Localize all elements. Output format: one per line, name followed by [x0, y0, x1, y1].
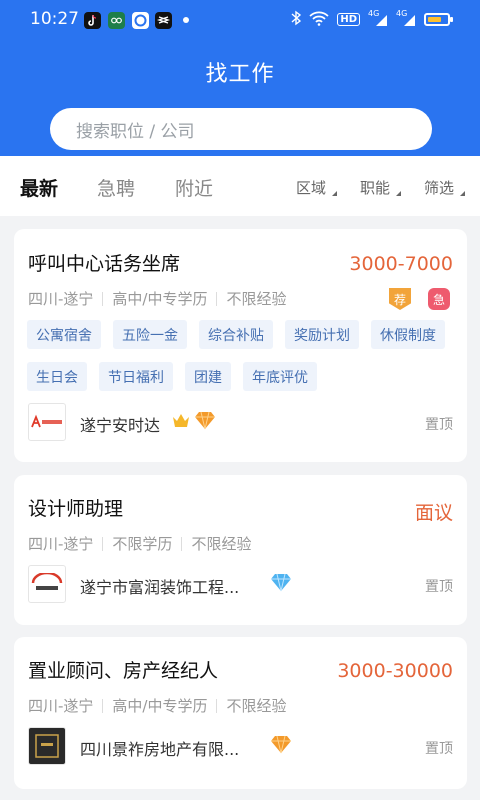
- pin-label: 置顶: [425, 417, 453, 433]
- diamond-icon: [270, 572, 292, 596]
- battery-level: [428, 17, 442, 22]
- job-tag: 休假制度: [371, 320, 445, 349]
- diamond-icon: [194, 410, 216, 434]
- job-experience: 不限经验: [191, 535, 252, 553]
- tiktok-icon: [84, 12, 101, 29]
- crown-icon: [171, 412, 191, 434]
- capcut-icon: [155, 12, 172, 29]
- job-tag: 年底评优: [243, 362, 317, 391]
- job-meta: 四川-遂宁 高中/中专学历 不限经验: [28, 695, 287, 716]
- job-meta: 四川-遂宁 高中/中专学历 不限经验: [28, 288, 287, 309]
- pin-label: 置顶: [425, 579, 453, 595]
- job-tag: 综合补贴: [199, 320, 273, 349]
- job-tag: 奖励计划: [285, 320, 359, 349]
- tab-bar: 最新 急聘 附近 区域 职能 筛选: [0, 156, 480, 216]
- hd-indicator: HD: [337, 13, 360, 26]
- filter-function[interactable]: 职能: [360, 177, 402, 198]
- filter-region-label: 区域: [296, 179, 327, 197]
- job-location: 四川-遂宁: [28, 535, 94, 553]
- job-tag: 团建: [185, 362, 231, 391]
- job-education: 高中/中专学历: [112, 290, 208, 308]
- battery-icon: [424, 13, 453, 26]
- job-salary: 3000-30000: [337, 660, 453, 682]
- dropdown-arrow-icon: [332, 191, 338, 196]
- job-location: 四川-遂宁: [28, 290, 94, 308]
- signal-icon: 4G: [396, 9, 416, 27]
- job-card[interactable]: 设计师助理 面议 四川-遂宁 不限学历 不限经验 遂宁市富润装饰工程... 置顶: [14, 475, 467, 625]
- tab-urgent[interactable]: 急聘: [97, 174, 135, 201]
- job-tag: 公寓宿舍: [27, 320, 101, 349]
- company-logo: [28, 403, 66, 441]
- notification-dot: [183, 17, 189, 23]
- company-name: 遂宁安时达: [80, 416, 161, 435]
- filter-region[interactable]: 区域: [296, 177, 338, 198]
- job-education: 高中/中专学历: [112, 697, 208, 715]
- signal-icon: 4G: [368, 9, 388, 27]
- job-title: 置业顾问、房产经纪人: [28, 660, 219, 682]
- tab-nearby[interactable]: 附近: [175, 174, 213, 201]
- wifi-icon: [309, 11, 329, 29]
- status-time: 10:27: [30, 9, 79, 29]
- oppo-icon: [108, 12, 125, 29]
- job-title: 呼叫中心话务坐席: [28, 253, 181, 275]
- tab-latest[interactable]: 最新: [20, 174, 58, 201]
- job-title: 设计师助理: [28, 498, 124, 520]
- job-card[interactable]: 置业顾问、房产经纪人 3000-30000 四川-遂宁 高中/中专学历 不限经验…: [14, 637, 467, 789]
- dropdown-arrow-icon: [396, 191, 402, 196]
- dropdown-arrow-icon: [460, 191, 466, 196]
- job-tag: 节日福利: [99, 362, 173, 391]
- app-icon: [132, 12, 149, 29]
- job-card[interactable]: 呼叫中心话务坐席 3000-7000 四川-遂宁 高中/中专学历 不限经验 荐 …: [14, 229, 467, 462]
- search-input[interactable]: 搜索职位 / 公司: [50, 108, 432, 150]
- filter-function-label: 职能: [360, 179, 391, 197]
- job-salary: 面议: [414, 502, 453, 524]
- header: 10:27 HD 4G 4G 找工作 搜索职位 / 公司: [0, 0, 480, 156]
- diamond-icon: [270, 734, 292, 758]
- job-tag: 生日会: [27, 362, 87, 391]
- company-logo: [28, 565, 66, 603]
- job-experience: 不限经验: [226, 697, 287, 715]
- job-tags: 公寓宿舍 五险一金 综合补贴 奖励计划 休假制度 生日会 节日福利 团建 年底评…: [27, 320, 457, 391]
- job-salary: 3000-7000: [349, 253, 453, 275]
- company-name: 遂宁市富润装饰工程...: [80, 578, 240, 597]
- job-education: 不限学历: [112, 535, 173, 553]
- job-meta: 四川-遂宁 不限学历 不限经验: [28, 533, 251, 554]
- job-experience: 不限经验: [226, 290, 287, 308]
- job-location: 四川-遂宁: [28, 697, 94, 715]
- search-placeholder: 搜索职位 / 公司: [76, 121, 195, 142]
- filter-more[interactable]: 筛选: [424, 177, 466, 198]
- bluetooth-icon: [291, 10, 302, 29]
- recommended-badge: 荐: [389, 288, 411, 310]
- company-name: 四川景祚房地产有限...: [80, 740, 240, 759]
- company-logo: [28, 727, 66, 765]
- page-title: 找工作: [205, 62, 275, 87]
- urgent-badge: 急: [428, 288, 450, 310]
- filter-more-label: 筛选: [424, 179, 455, 197]
- pin-label: 置顶: [425, 741, 453, 757]
- status-bar: 10:27 HD 4G 4G: [0, 0, 480, 40]
- status-indicators: HD 4G 4G: [291, 9, 453, 29]
- job-tag: 五险一金: [113, 320, 187, 349]
